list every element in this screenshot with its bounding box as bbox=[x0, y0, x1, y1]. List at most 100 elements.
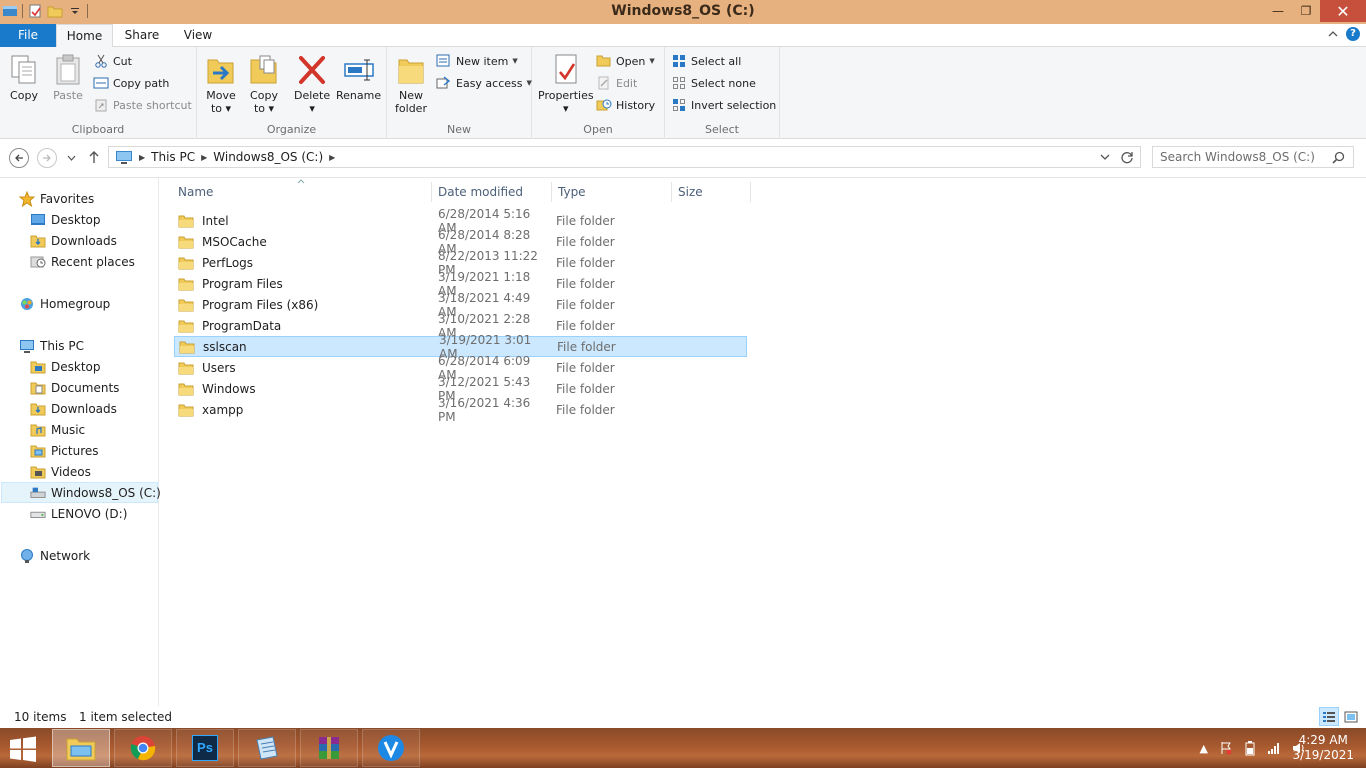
nav-pc-drive-c[interactable]: Windows8_OS (C:) bbox=[1, 482, 161, 503]
invert-selection-button[interactable]: Invert selection bbox=[671, 96, 776, 114]
nav-this-pc[interactable]: This PC bbox=[19, 335, 84, 356]
file-name-cell: Program Files (x86) bbox=[174, 298, 430, 312]
action-center-flag-icon[interactable] bbox=[1219, 741, 1233, 755]
file-type: File folder bbox=[556, 255, 615, 270]
refresh-icon[interactable] bbox=[1120, 150, 1134, 164]
open-button[interactable]: Open ▼ bbox=[596, 52, 655, 70]
edit-button[interactable]: Edit bbox=[596, 74, 637, 92]
nav-pc-pictures[interactable]: Pictures bbox=[30, 440, 99, 461]
window-controls: — ❐ ✕ bbox=[1264, 0, 1366, 22]
cut-button[interactable]: Cut bbox=[93, 52, 132, 70]
file-name-cell: sslscan bbox=[175, 340, 431, 354]
history-icon bbox=[596, 97, 612, 113]
maximize-button[interactable]: ❐ bbox=[1292, 0, 1320, 22]
close-button[interactable]: ✕ bbox=[1320, 0, 1366, 22]
file-name-cell: Intel bbox=[174, 214, 430, 228]
taskbar-clock[interactable]: 4:29 AM 3/19/2021 bbox=[1292, 733, 1354, 763]
file-row[interactable]: xampp 3/16/2021 4:36 PM File folder bbox=[174, 396, 747, 424]
folder-icon bbox=[178, 383, 194, 395]
nav-network-label: Network bbox=[40, 548, 91, 563]
paste-button[interactable]: Paste bbox=[52, 53, 84, 102]
nav-favorites-desktop[interactable]: Desktop bbox=[30, 209, 101, 230]
tab-view[interactable]: View bbox=[173, 24, 223, 47]
nav-pc-documents[interactable]: Documents bbox=[30, 377, 119, 398]
desktop-folder-icon bbox=[30, 359, 46, 375]
battery-icon[interactable] bbox=[1244, 740, 1256, 756]
nav-label: Desktop bbox=[51, 359, 101, 374]
column-header-date[interactable]: Date modified bbox=[432, 182, 552, 202]
tab-home[interactable]: Home bbox=[56, 24, 113, 48]
delete-button[interactable]: Delete ▾ bbox=[294, 53, 330, 115]
search-input[interactable]: Search Windows8_OS (C:) bbox=[1152, 146, 1354, 168]
help-icon[interactable]: ? bbox=[1346, 27, 1360, 41]
nav-favorites-downloads[interactable]: Downloads bbox=[30, 230, 117, 251]
details-view-button[interactable] bbox=[1319, 707, 1339, 726]
taskbar-notepad[interactable] bbox=[238, 729, 296, 767]
taskbar-vpn-client[interactable] bbox=[362, 729, 420, 767]
taskbar-winrar[interactable] bbox=[300, 729, 358, 767]
history-button[interactable]: History bbox=[596, 96, 655, 114]
paste-shortcut-button[interactable]: Paste shortcut bbox=[93, 96, 192, 114]
breadcrumb-drive[interactable]: Windows8_OS (C:) bbox=[213, 150, 323, 164]
crumb-separator[interactable]: ▶ bbox=[329, 153, 335, 162]
breadcrumb-this-pc[interactable]: This PC bbox=[151, 150, 195, 164]
properties-button[interactable]: Properties ▾ bbox=[538, 53, 594, 115]
nav-pc-videos[interactable]: Videos bbox=[30, 461, 91, 482]
taskbar-photoshop[interactable]: Ps bbox=[176, 729, 234, 767]
new-item-button[interactable]: New item ▼ bbox=[436, 52, 518, 70]
select-none-button[interactable]: Select none bbox=[671, 74, 756, 92]
nav-pc-music[interactable]: Music bbox=[30, 419, 85, 440]
copy-path-button[interactable]: Copy path bbox=[93, 74, 169, 92]
crumb-separator[interactable]: ▶ bbox=[139, 153, 145, 162]
search-icon[interactable] bbox=[1332, 151, 1345, 164]
back-button[interactable] bbox=[9, 148, 29, 168]
new-item-caret: ▼ bbox=[512, 57, 518, 65]
delete-caret: ▾ bbox=[309, 102, 315, 115]
taskbar-file-explorer[interactable] bbox=[52, 729, 110, 767]
new-folder-button[interactable]: New folder bbox=[395, 53, 427, 115]
rename-button[interactable]: Rename bbox=[336, 53, 381, 102]
copy-button[interactable]: Copy bbox=[8, 53, 40, 102]
taskbar-chrome[interactable] bbox=[114, 729, 172, 767]
nav-label: Downloads bbox=[51, 233, 117, 248]
invert-selection-label: Invert selection bbox=[691, 98, 777, 112]
copy-to-button[interactable]: Copy to ▾ bbox=[248, 53, 280, 115]
nav-homegroup[interactable]: Homegroup bbox=[19, 293, 110, 314]
title-bar: Windows8_OS (C:) — ❐ ✕ bbox=[0, 0, 1366, 24]
paste-label: Paste bbox=[53, 89, 83, 102]
open-group-label: Open bbox=[583, 123, 613, 136]
crumb-separator[interactable]: ▶ bbox=[201, 153, 207, 162]
recent-places-icon bbox=[30, 254, 46, 270]
nav-pc-drive-d[interactable]: LENOVO (D:) bbox=[30, 503, 127, 524]
rename-label: Rename bbox=[336, 89, 382, 102]
nav-pc-downloads[interactable]: Downloads bbox=[30, 398, 117, 419]
nav-favorites[interactable]: Favorites bbox=[19, 188, 94, 209]
easy-access-button[interactable]: Easy access ▼ bbox=[436, 74, 532, 92]
large-icons-view-button[interactable] bbox=[1341, 707, 1361, 726]
network-signal-icon[interactable] bbox=[1267, 742, 1281, 754]
nav-pc-desktop[interactable]: Desktop bbox=[30, 356, 101, 377]
windows-start-icon[interactable] bbox=[8, 736, 38, 762]
status-bar: 10 items 1 item selected bbox=[0, 706, 1366, 728]
nav-network[interactable]: Network bbox=[19, 545, 90, 566]
scissors-icon bbox=[93, 53, 109, 69]
minimize-button[interactable]: — bbox=[1264, 0, 1292, 22]
up-arrow-icon[interactable] bbox=[88, 150, 100, 164]
tab-share[interactable]: Share bbox=[117, 24, 167, 47]
nav-favorites-recent-places[interactable]: Recent places bbox=[30, 251, 135, 272]
properties-label: Properties bbox=[538, 89, 594, 102]
address-box[interactable]: ▶ This PC ▶ Windows8_OS (C:) ▶ bbox=[108, 146, 1141, 168]
forward-button[interactable] bbox=[37, 148, 57, 168]
open-caret: ▼ bbox=[649, 57, 655, 65]
system-tray: ▲ bbox=[1200, 740, 1306, 756]
move-to-button[interactable]: Move to ▾ bbox=[205, 53, 237, 115]
address-dropdown-icon[interactable] bbox=[1100, 154, 1110, 161]
column-header-name[interactable]: Name bbox=[172, 182, 432, 202]
show-hidden-icons-icon[interactable]: ▲ bbox=[1200, 742, 1208, 755]
tab-file[interactable]: File bbox=[0, 24, 56, 47]
select-all-button[interactable]: Select all bbox=[671, 52, 741, 70]
collapse-ribbon-icon[interactable] bbox=[1328, 30, 1338, 38]
column-header-size[interactable]: Size bbox=[672, 182, 751, 202]
column-header-type[interactable]: Type bbox=[552, 182, 672, 202]
recent-locations-icon[interactable] bbox=[67, 155, 76, 161]
